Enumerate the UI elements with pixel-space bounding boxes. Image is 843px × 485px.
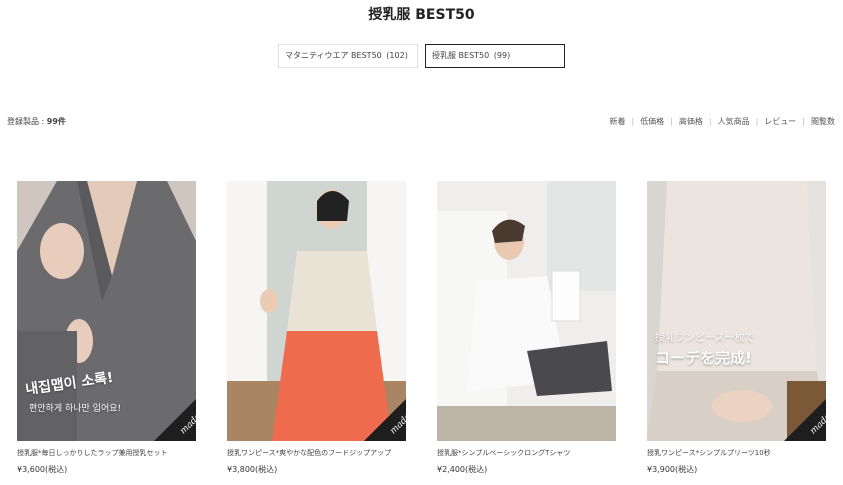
product-image[interactable]: made	[227, 181, 406, 441]
product-name[interactable]: 授乳服*毎日しっかりしたラップ兼用授乳セット	[17, 448, 196, 458]
sort-separator: |	[631, 117, 635, 126]
tab-label: マタニティウエア BEST50	[285, 51, 382, 60]
sort-separator: |	[755, 117, 759, 126]
product-price: ¥3,600(税込)	[17, 465, 68, 474]
sort-separator: |	[708, 117, 712, 126]
overlay-caption: 授乳ワンピース一枚で	[655, 333, 755, 344]
page-title: 授乳服 BEST50	[368, 7, 475, 23]
product-image[interactable]: 내집맵이 소록! 편안하게 하나만 입어요! made	[17, 181, 196, 441]
product-name[interactable]: 授乳服*シンプルベーシックロングTシャツ	[437, 448, 616, 458]
sort-popular[interactable]: 人気商品	[718, 116, 750, 127]
tab-nursing-best50[interactable]: 授乳服 BEST50 (99)	[425, 44, 565, 68]
product-name[interactable]: 授乳ワンピース*シンプルプリーツ10秒	[647, 448, 826, 458]
tab-maternity-best50[interactable]: マタニティウエア BEST50 (102)	[278, 44, 418, 68]
sort-review[interactable]: レビュー	[764, 116, 796, 127]
product-price: ¥3,800(税込)	[227, 465, 278, 474]
product-name[interactable]: 授乳ワンピース*爽やかな配色のフードジップアップ	[227, 448, 406, 458]
product-card[interactable]: 授乳ワンピース一枚で コーデを完成! made 授乳ワンピース*シンプルプリーツ…	[647, 181, 826, 475]
tab-count: (99)	[493, 51, 511, 60]
tab-count: (102)	[386, 51, 408, 60]
product-photo-illustration	[437, 181, 616, 441]
made-badge-icon: made	[784, 399, 826, 441]
product-card[interactable]: 내집맵이 소록! 편안하게 하나만 입어요! made 授乳服*毎日しっかりした…	[17, 181, 196, 475]
made-badge-icon: made	[364, 399, 406, 441]
product-image[interactable]: 授乳ワンピース一枚で コーデを完成! made	[647, 181, 826, 441]
sort-bar: 新着 | 低価格 | 高価格 | 人気商品 | レビュー | 閲覧数	[609, 116, 835, 127]
product-image[interactable]	[437, 181, 616, 441]
product-count-value: 99件	[46, 117, 66, 126]
overlay-caption: 편안하게 하나만 입어요!	[29, 404, 122, 414]
sort-separator: |	[802, 117, 805, 126]
sort-high-price[interactable]: 高価格	[679, 116, 703, 127]
product-count-label: 登録製品 :	[7, 117, 47, 126]
sort-low-price[interactable]: 低価格	[640, 116, 664, 127]
product-card[interactable]: 授乳服*シンプルベーシックロングTシャツ ¥2,400(税込)	[437, 181, 616, 475]
tab-label: 授乳服 BEST50	[432, 51, 490, 60]
product-price: ¥2,400(税込)	[437, 465, 488, 474]
sort-separator: |	[670, 117, 673, 126]
product-price: ¥3,900(税込)	[647, 465, 698, 474]
sort-new[interactable]: 新着	[609, 116, 625, 127]
sort-views[interactable]: 閲覧数	[811, 116, 835, 127]
product-card[interactable]: made 授乳ワンピース*爽やかな配色のフードジップアップ ¥3,800(税込)	[227, 181, 406, 475]
overlay-caption: コーデを完成!	[655, 349, 752, 367]
made-badge-icon: made	[154, 399, 196, 441]
product-count: 登録製品 : 99件	[7, 116, 66, 127]
